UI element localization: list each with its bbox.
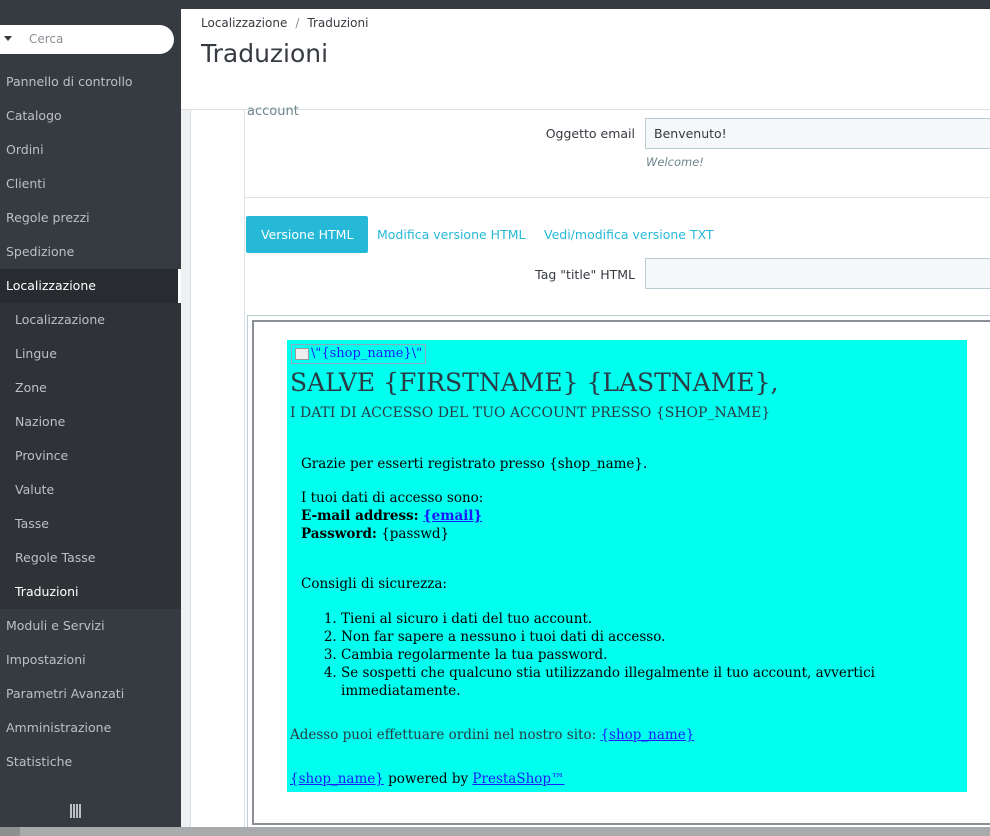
email-address-label: E-mail address: xyxy=(301,508,419,524)
sidebar-item-preferences[interactable]: Impostazioni xyxy=(0,643,181,677)
list-item: Se sospetti che qualcuno stia utilizzand… xyxy=(341,664,967,700)
scrollbar-thumb[interactable] xyxy=(20,827,990,836)
search-input[interactable]: Cerca xyxy=(0,25,174,54)
sidebar-subitem-taxes[interactable]: Tasse xyxy=(0,507,181,541)
collapse-menu-icon[interactable] xyxy=(70,804,82,818)
title-tag-input[interactable] xyxy=(645,258,990,289)
section-label: account xyxy=(247,104,299,119)
breadcrumb-item-translations[interactable]: Traduzioni xyxy=(307,16,368,30)
broken-image-icon xyxy=(295,347,309,360)
translation-panel: account Oggetto email Benvenuto! Welcome… xyxy=(244,104,990,827)
search-placeholder: Cerca xyxy=(29,32,64,46)
list-item: Tieni al sicuro i dati del tuo account. xyxy=(341,610,967,628)
email-password-value: {passwd} xyxy=(381,526,450,542)
sidebar-subitem-zones[interactable]: Zone xyxy=(0,371,181,405)
sidebar-subitem-states[interactable]: Province xyxy=(0,439,181,473)
shop-name-link[interactable]: {shop_name} xyxy=(600,727,694,743)
page-title: Traduzioni xyxy=(201,39,329,68)
footer-shop-link[interactable]: {shop_name} xyxy=(290,771,384,787)
email-access-intro: I tuoi dati di accesso sono: xyxy=(301,490,484,506)
email-body: \"{shop_name}\" SALVE {FIRSTNAME} {LASTN… xyxy=(287,340,967,792)
sidebar: Cerca Pannello di controllo Catalogo Ord… xyxy=(0,9,181,827)
email-thanks: Grazie per esserti registrato presso {sh… xyxy=(301,456,648,472)
sidebar-item-catalog[interactable]: Catalogo xyxy=(0,99,181,133)
sidebar-item-administration[interactable]: Amministrazione xyxy=(0,711,181,745)
breadcrumb-separator: / xyxy=(295,16,300,30)
subject-label: Oggetto email xyxy=(545,126,635,141)
divider xyxy=(245,197,990,198)
subject-input[interactable]: Benvenuto! xyxy=(645,118,990,149)
breadcrumb: Localizzazione / Traduzioni xyxy=(201,16,368,30)
top-bar xyxy=(0,0,990,9)
subject-help: Welcome! xyxy=(646,155,704,169)
tab-edit-html[interactable]: Modifica versione HTML xyxy=(377,216,525,253)
breadcrumb-item-localization[interactable]: Localizzazione xyxy=(201,16,287,30)
email-security-title: Consigli di sicurezza: xyxy=(301,576,447,592)
sidebar-subitem-currencies[interactable]: Valute xyxy=(0,473,181,507)
main-content: account Oggetto email Benvenuto! Welcome… xyxy=(190,104,990,827)
horizontal-scrollbar[interactable] xyxy=(0,827,990,836)
sidebar-subitem-localization[interactable]: Localizzazione xyxy=(0,303,181,337)
security-tips-list: Tieni al sicuro i dati del tuo account. … xyxy=(324,610,967,700)
email-preview-inner: \"{shop_name}\" SALVE {FIRSTNAME} {LASTN… xyxy=(252,320,990,825)
email-password-label: Password: xyxy=(301,526,377,542)
shop-logo-alt: \"{shop_name}\" xyxy=(311,346,423,361)
email-password-line: Password: {passwd} xyxy=(301,526,449,542)
prestashop-link[interactable]: PrestaShop™ xyxy=(472,771,564,787)
email-address-line: E-mail address: {email} xyxy=(301,508,482,524)
title-tag-label: Tag "title" HTML xyxy=(535,267,635,282)
email-heading: SALVE {FIRSTNAME} {LASTNAME}, xyxy=(290,368,779,397)
sidebar-item-localization[interactable]: Localizzazione xyxy=(0,269,181,303)
email-subheading: I DATI DI ACCESSO DEL TUO ACCOUNT PRESSO… xyxy=(290,405,771,421)
chevron-down-icon[interactable] xyxy=(4,36,12,41)
list-item: Cambia regolarmente la tua password. xyxy=(341,646,967,664)
sidebar-item-customers[interactable]: Clienti xyxy=(0,167,181,201)
sidebar-item-stats[interactable]: Statistiche xyxy=(0,745,181,779)
sidebar-item-dashboard[interactable]: Pannello di controllo xyxy=(0,65,181,99)
sidebar-subitem-tax-rules[interactable]: Regole Tasse xyxy=(0,541,181,575)
sidebar-item-advanced-parameters[interactable]: Parametri Avanzati xyxy=(0,677,181,711)
sidebar-subitem-translations[interactable]: Traduzioni xyxy=(0,575,181,609)
footer-powered-text: powered by xyxy=(388,771,469,787)
sidebar-menu: Pannello di controllo Catalogo Ordini Cl… xyxy=(0,65,181,779)
sidebar-item-modules[interactable]: Moduli e Servizi xyxy=(0,609,181,643)
email-footer: {shop_name} powered by PrestaShop™ xyxy=(290,771,565,787)
sidebar-item-shipping[interactable]: Spedizione xyxy=(0,235,181,269)
sidebar-item-orders[interactable]: Ordini xyxy=(0,133,181,167)
sidebar-item-price-rules[interactable]: Regole prezzi xyxy=(0,201,181,235)
email-order-text: Adesso puoi effettuare ordini nel nostro… xyxy=(290,727,597,743)
email-address-link[interactable]: {email} xyxy=(423,508,482,524)
page-header: Localizzazione / Traduzioni Traduzioni xyxy=(181,9,990,110)
list-item: Non far sapere a nessuno i tuoi dati di … xyxy=(341,628,967,646)
sidebar-subitem-languages[interactable]: Lingue xyxy=(0,337,181,371)
sidebar-subitem-countries[interactable]: Nazione xyxy=(0,405,181,439)
email-order-line: Adesso puoi effettuare ordini nel nostro… xyxy=(290,727,694,743)
email-preview-frame: \"{shop_name}\" SALVE {FIRSTNAME} {LASTN… xyxy=(247,315,990,827)
shop-logo: \"{shop_name}\" xyxy=(291,344,427,364)
tab-html-version[interactable]: Versione HTML xyxy=(246,216,369,253)
tab-edit-txt[interactable]: Vedi/modifica versione TXT xyxy=(544,216,714,253)
